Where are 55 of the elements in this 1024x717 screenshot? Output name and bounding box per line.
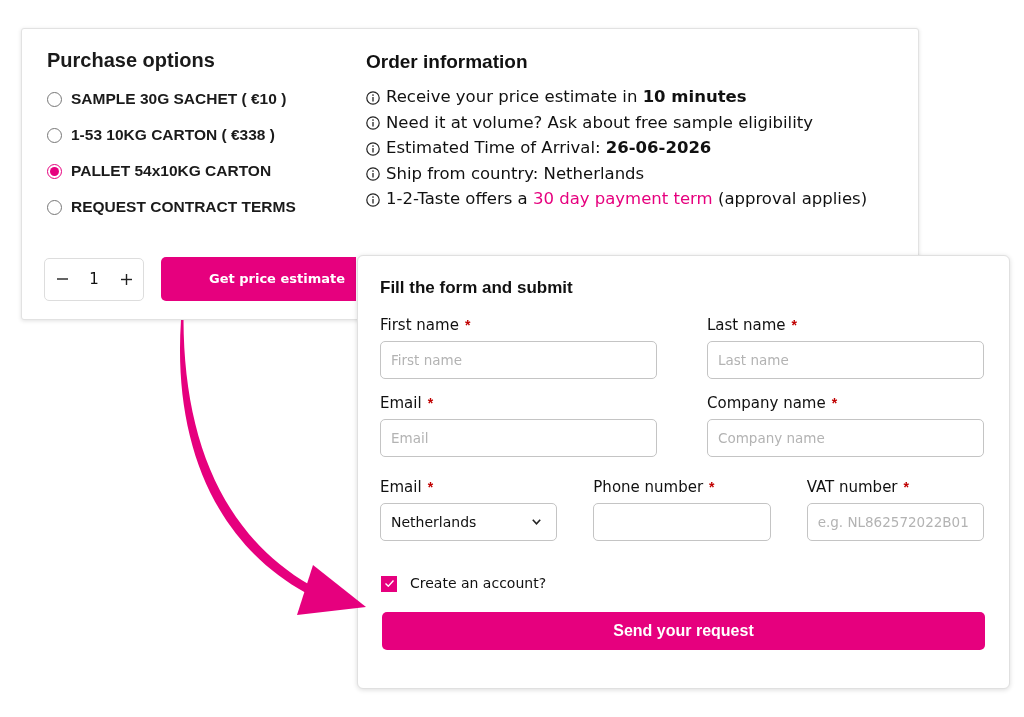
payment-term-link[interactable]: 30 day payment term: [532, 189, 713, 209]
select-value: Netherlands: [391, 512, 477, 532]
field-label: First name: [380, 314, 459, 336]
chevron-down-icon: [532, 519, 542, 525]
field-label: VAT number: [806, 476, 898, 498]
field-label: Email: [380, 392, 422, 414]
section-heading: Purchase options: [47, 48, 216, 73]
minus-icon: [56, 278, 68, 280]
info-icon: [366, 192, 380, 207]
section-heading: Order information: [366, 50, 529, 74]
info-text: Receive your price estimate in 10 minutes: [386, 86, 747, 109]
send-request-button[interactable]: Send your request: [382, 612, 985, 650]
info-text: Ship from country: Netherlands: [386, 162, 645, 185]
radio-button[interactable]: [47, 163, 62, 179]
radio-button[interactable]: [47, 127, 62, 143]
quantity-field[interactable]: 1: [79, 267, 109, 291]
info-icon: [366, 141, 380, 156]
required-asterisk: *: [903, 477, 909, 497]
country-select[interactable]: Netherlands: [380, 503, 558, 541]
input-field[interactable]: [593, 503, 771, 541]
info-text: Need it at volume? Ask about free sample eligibility: [386, 111, 813, 134]
option-label[interactable]: PALLET 54x10KG CARTON: [71, 159, 272, 183]
info-text: 1-2-Taste offers a 30 day payment term (approval applies): [386, 188, 868, 211]
plus-icon: [120, 273, 132, 285]
option-label[interactable]: 1-53 10KG CARTON ( €338 ): [71, 123, 275, 147]
field-label: Phone number: [593, 476, 704, 498]
checkbox-label: Create an account?: [410, 574, 547, 593]
option-label[interactable]: SAMPLE 30G SACHET ( €10 ): [71, 87, 287, 111]
radio-button[interactable]: [47, 91, 62, 107]
info-icon: [366, 116, 380, 131]
increment-button[interactable]: [118, 271, 134, 287]
field-label: Last name: [707, 314, 786, 336]
field-label: Company name: [707, 392, 826, 414]
required-asterisk: *: [464, 315, 471, 335]
info-icon: [366, 167, 380, 182]
checkbox[interactable]: [381, 575, 397, 592]
form-title: Fill the form and submit: [380, 277, 574, 299]
required-asterisk: *: [709, 477, 715, 497]
info-text: Estimated Time of Arrival: 26-06-2026: [386, 137, 712, 160]
option-label[interactable]: REQUEST CONTRACT TERMS: [71, 195, 296, 219]
input-field[interactable]: e.g. NL862572022B01: [806, 503, 984, 541]
required-asterisk: *: [791, 315, 797, 335]
required-asterisk: *: [427, 393, 434, 413]
field-label: Email: [380, 476, 422, 498]
info-icon: [366, 90, 380, 105]
input-field[interactable]: First name: [380, 341, 657, 379]
checkmark-icon: [384, 580, 394, 587]
radio-button[interactable]: [47, 199, 62, 215]
required-asterisk: *: [427, 477, 434, 497]
input-field[interactable]: Company name: [707, 419, 984, 457]
get-estimate-button[interactable]: Get price estimate: [161, 257, 356, 301]
input-field[interactable]: Last name: [707, 341, 984, 379]
input-field[interactable]: Email: [380, 419, 657, 457]
quantity-stepper[interactable]: 1: [44, 257, 144, 301]
required-asterisk: *: [831, 393, 838, 413]
